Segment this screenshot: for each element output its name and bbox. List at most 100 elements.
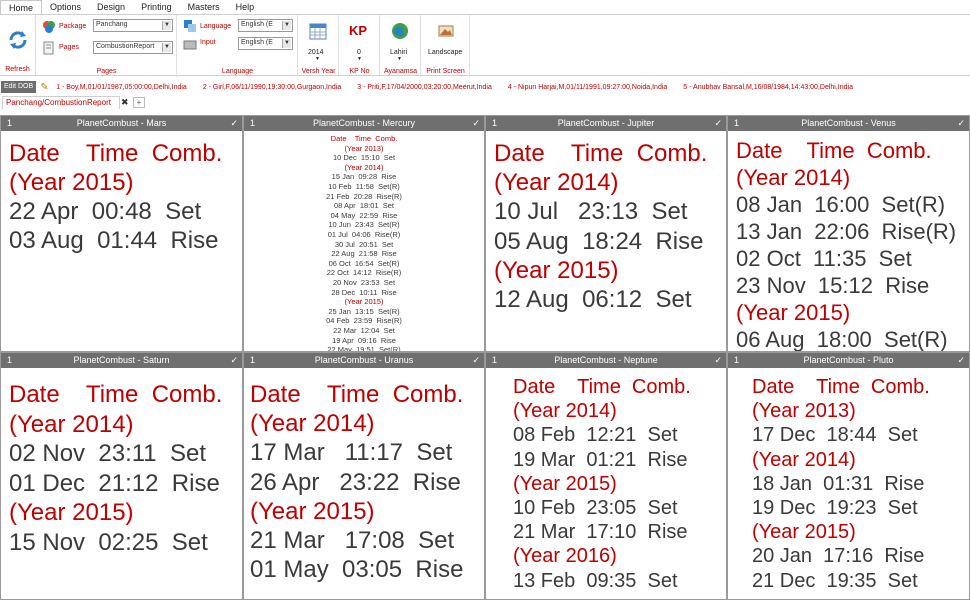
panel-title-bar[interactable]: 1 PlanetCombust - Pluto ✓ (728, 353, 969, 368)
check-icon[interactable]: ✓ (230, 116, 238, 131)
menu-printing[interactable]: Printing (133, 0, 180, 14)
pencil-icon[interactable]: ✎ (40, 82, 52, 93)
panel-title-bar[interactable]: 1 PlanetCombust - Saturn ✓ (1, 353, 242, 368)
language-group: Language English (E ▼ Input English (E ▼… (178, 15, 298, 77)
panel-number: 1 (734, 118, 740, 128)
check-icon[interactable]: ✓ (230, 353, 238, 368)
check-icon[interactable]: ✓ (714, 353, 722, 368)
planet-combust-panel: 1 PlanetCombust - Mercury ✓ Date Time Comb.… (243, 115, 485, 352)
report-row: 08 Jan 16:00 Set(R) (736, 192, 946, 217)
panel-body: Date Time Comb. (Year 2014) 02 Nov 23:11 S… (1, 368, 242, 599)
report-row: 06 Oct 16:54 Set(R) (328, 258, 400, 268)
planet-combust-panel: 1 PlanetCombust - Neptune ✓ Date Time Comb.… (485, 352, 727, 600)
package-value: Panchang (96, 21, 128, 28)
refresh-group[interactable]: Refresh (0, 15, 36, 77)
package-icon (43, 21, 55, 33)
dob-item[interactable]: 4 - Nipun Harjai,M,01/11/1991,09:27:00,N… (508, 84, 667, 91)
language-select[interactable]: English (E ▼ (238, 19, 293, 32)
add-tab-button[interactable]: + (133, 97, 145, 108)
report-row: 21 Mar 17:08 Set (250, 527, 455, 554)
report-row: 10 Feb 23:05 Set (513, 497, 678, 519)
refresh-label: Refresh (5, 66, 30, 73)
panel-title-bar[interactable]: 1 PlanetCombust - Uranus ✓ (244, 353, 484, 368)
report-heading: (Year 2014) (494, 169, 619, 197)
tab-combustion-report[interactable]: Panchang/CombustionReport (2, 96, 120, 109)
input-label: Input (200, 39, 216, 46)
ayanamsa-value: Lahiri (390, 49, 408, 56)
panel-title-bar[interactable]: 1 PlanetCombust - Mars ✓ (1, 116, 242, 131)
report-heading: Date Time Comb. (494, 140, 708, 167)
menu-options[interactable]: Options (42, 0, 89, 14)
refresh-icon[interactable] (7, 29, 29, 51)
check-icon[interactable]: ✓ (472, 116, 480, 131)
report-row: 26 Apr 23:22 Rise (250, 468, 461, 496)
report-heading: Date Time Comb. (752, 376, 930, 398)
report-row: 15 Nov 02:25 Set (9, 528, 208, 556)
check-icon[interactable]: ✓ (957, 353, 965, 368)
keyboard-icon (183, 40, 197, 50)
menu-masters[interactable]: Masters (180, 0, 228, 14)
panel-body: Date Time Comb. (Year 2013) 17 Dec 18:44 S… (728, 368, 969, 599)
menu-help[interactable]: Help (228, 0, 263, 14)
report-row: 19 Dec 19:23 Set (752, 497, 918, 519)
report-row: 04 Feb 23:59 Rise(R) (326, 316, 402, 326)
print-group-label: Print Screen (426, 68, 465, 75)
panel-title-bar[interactable]: 1 PlanetCombust - Neptune ✓ (486, 353, 726, 368)
panel-title-bar[interactable]: 1 PlanetCombust - Venus ✓ (728, 116, 969, 131)
check-icon[interactable]: ✓ (472, 353, 480, 368)
panel-title: PlanetCombust - Mars (76, 118, 167, 128)
check-icon[interactable]: ✓ (714, 116, 722, 131)
panel-title-bar[interactable]: 1 PlanetCombust - Jupiter ✓ (486, 116, 726, 131)
chevron-down-icon: ▼ (282, 21, 291, 30)
report-heading: (Year 2014) (736, 165, 851, 190)
report-heading: Date Time Comb. (736, 138, 932, 163)
print-group[interactable]: Landscape Print Screen (422, 15, 470, 77)
report-row: 06 Aug 18:00 Set(R) (736, 327, 948, 352)
panel-title-bar[interactable]: 1 PlanetCombust - Mercury ✓ (244, 116, 484, 131)
pages-value: CombustionReport (96, 43, 155, 50)
menu-home[interactable]: Home (0, 0, 43, 14)
panel-number: 1 (492, 118, 498, 128)
report-row: 22 Apr 00:48 Set (9, 198, 202, 225)
language-value: English (E (241, 21, 273, 28)
report-heading: (Year 2015) (9, 499, 134, 526)
language-group-label: Language (221, 68, 254, 75)
report-row: 25 Jan 13:15 Set(R) (328, 306, 400, 316)
dob-item[interactable]: 3 - Priti,F,17/04/2000,03:20:00,Meerut,I… (357, 84, 492, 91)
print-value: Landscape (428, 49, 463, 56)
kp-value: 0 (357, 49, 361, 56)
panel-title: PlanetCombust - Pluto (803, 355, 894, 365)
panel-number: 1 (7, 355, 13, 365)
pages-select[interactable]: CombustionReport ▼ (93, 41, 173, 54)
report-row: 28 Dec 10:11 Rise (331, 287, 397, 297)
ayanamsa-group[interactable]: Lahiri ▼ Ayanamsa (381, 15, 421, 77)
close-icon[interactable]: ✖ (121, 97, 129, 108)
pages-group-label: Pages (96, 68, 117, 75)
dob-item[interactable]: 1 - Boy,M,01/01/1987,05:00:00,Delhi,Indi… (56, 84, 187, 91)
edit-dob-button[interactable]: Edit DOB (1, 81, 37, 93)
chevron-down-icon: ▼ (162, 43, 171, 52)
dob-item[interactable]: 2 - Girl,F,06/11/1990,19:30:00,Gurgaon,I… (203, 84, 341, 91)
report-row: 10 Feb 11:58 Set(R) (328, 182, 400, 191)
landscape-icon (438, 25, 454, 37)
report-row: 17 Dec 18:44 Set (752, 424, 918, 447)
report-heading: Date Time Comb. (9, 381, 223, 408)
dob-item[interactable]: 5 - Anubhav Bansal,M,16/08/1984,14:43:00… (683, 84, 853, 91)
report-heading: (Year 2016) (513, 545, 617, 568)
language-label: Language (200, 23, 232, 30)
report-row: 01 Dec 21:12 Rise (9, 469, 220, 497)
input-select[interactable]: English (E ▼ (238, 37, 293, 50)
versh-year-group[interactable]: 2014 ▼ Versh Year (299, 15, 339, 77)
kp-group[interactable]: KP 0 ▼ KP No (340, 15, 380, 77)
report-row: 01 Jul 04:06 Rise(R) (327, 230, 401, 239)
panel-body: Date Time Comb. (Year 2014) 08 Feb 12:21 S… (486, 368, 726, 599)
check-icon[interactable]: ✓ (957, 116, 965, 131)
panel-number: 1 (250, 118, 256, 128)
menu-design[interactable]: Design (89, 0, 133, 14)
chevron-down-icon: ▼ (282, 39, 291, 48)
package-select[interactable]: Panchang ▼ (93, 19, 173, 32)
report-heading: (Year 2014) (513, 400, 617, 423)
report-heading: (Year 2013) (344, 143, 384, 153)
report-row: 13 Feb 09:35 Set (513, 569, 678, 592)
chevron-down-icon: ▼ (397, 56, 402, 62)
